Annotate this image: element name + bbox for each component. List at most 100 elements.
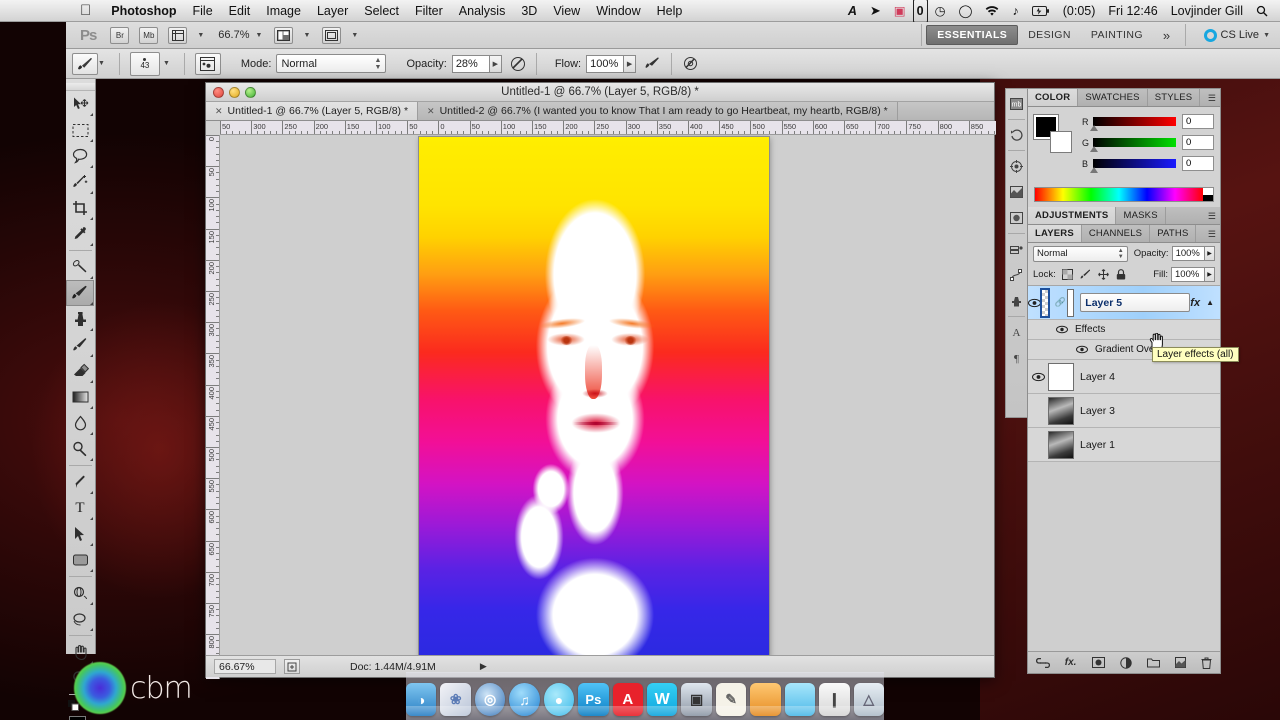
layer-row-layer-5[interactable]: 🔗 Layer 5 fx ▲ xyxy=(1028,286,1220,320)
color-panel-icon[interactable] xyxy=(1006,153,1026,179)
bluetooth-icon[interactable]: ◯ xyxy=(952,0,978,22)
menu-item-image[interactable]: Image xyxy=(258,0,309,22)
channel-r-thumb-icon[interactable] xyxy=(1090,125,1098,131)
foreground-color-swatch[interactable] xyxy=(69,716,86,720)
tab-channels[interactable]: CHANNELS xyxy=(1082,225,1151,242)
brush-size-chevron-down-icon[interactable]: ▼ xyxy=(163,60,170,67)
menu-item-window[interactable]: Window xyxy=(588,0,648,22)
user-name-label[interactable]: Lovjinder Gill xyxy=(1165,0,1249,22)
channel-b-input[interactable]: 0 xyxy=(1182,156,1214,171)
channel-b-thumb-icon[interactable] xyxy=(1090,167,1098,173)
brush-size-picker[interactable]: 43 xyxy=(129,51,160,76)
channel-b-slider[interactable] xyxy=(1090,159,1176,173)
layer-fill-input[interactable]: 100% xyxy=(1171,267,1205,282)
toolbox-grip[interactable] xyxy=(66,83,95,91)
tab-adjustments[interactable]: ADJUSTMENTS xyxy=(1028,207,1117,224)
menu-item-select[interactable]: Select xyxy=(356,0,407,22)
spotlight-search-icon[interactable] xyxy=(1250,0,1274,22)
artboard[interactable]: Heartbeat, my heartbeat I wanted you to … xyxy=(419,137,769,655)
menu-item-file[interactable]: File xyxy=(185,0,221,22)
layers-panel-icon[interactable] xyxy=(1006,236,1026,262)
history-icon[interactable] xyxy=(1006,122,1026,148)
launch-bridge-button[interactable]: Br xyxy=(110,26,130,44)
dropbox-icon[interactable]: ▣ xyxy=(888,0,912,22)
color-background-swatch[interactable] xyxy=(1050,131,1072,153)
opacity-input[interactable]: 28% xyxy=(451,54,490,73)
paragraph-panel-icon[interactable]: ¶ xyxy=(1006,345,1026,371)
airbrush-button[interactable] xyxy=(644,56,661,71)
color-panel-menu-icon[interactable]: ☰ xyxy=(1208,93,1216,104)
workspace-design-button[interactable]: DESIGN xyxy=(1018,26,1081,44)
layers-panel-menu-icon[interactable]: ☰ xyxy=(1208,229,1216,240)
delete-layer-icon[interactable] xyxy=(1201,657,1212,669)
menu-item-3d[interactable]: 3D xyxy=(513,0,545,22)
tablet-pressure-size-button[interactable] xyxy=(682,56,699,71)
layer-blend-mode-select[interactable]: Normal ▲ ▼ xyxy=(1033,245,1128,262)
vertical-ruler[interactable]: 0 50 100 150 200 250 300 350 400 450 500 550 600 650 7… xyxy=(206,135,220,679)
channel-g-slider[interactable] xyxy=(1090,138,1176,152)
layer-row-layer-1[interactable]: Layer 1 xyxy=(1028,428,1220,462)
close-tab-icon[interactable]: ✕ xyxy=(427,106,435,117)
rectangle-tool[interactable] xyxy=(66,547,94,573)
menu-item-edit[interactable]: Edit xyxy=(221,0,259,22)
channel-g-thumb-icon[interactable] xyxy=(1090,146,1098,152)
tab-styles[interactable]: STYLES xyxy=(1148,89,1201,106)
link-layers-icon[interactable] xyxy=(1035,657,1050,668)
opacity-pressure-button[interactable] xyxy=(510,56,526,71)
brush-tool-preset-icon[interactable] xyxy=(72,52,98,75)
crop-tool[interactable] xyxy=(66,195,94,221)
layer-opacity-stepper-icon[interactable]: ▶ xyxy=(1205,246,1215,261)
pen-tool[interactable] xyxy=(66,469,94,495)
arrange-chevron-down-icon[interactable]: ▼ xyxy=(303,32,310,39)
layer-name[interactable]: Layer 5 xyxy=(1080,293,1191,312)
new-adjustment-layer-icon[interactable] xyxy=(1120,656,1132,669)
layer-mask-link-icon[interactable]: 🔗 xyxy=(1055,297,1066,308)
masks-panel-icon[interactable] xyxy=(1006,205,1026,231)
gradient-overlay-visibility-toggle[interactable] xyxy=(1076,345,1088,354)
wifi-icon[interactable] xyxy=(979,0,1005,22)
opacity-stepper-icon[interactable]: ▶ xyxy=(489,54,502,73)
cs-live-button[interactable]: CS Live ▼ xyxy=(1203,28,1270,42)
layer-thumbnail[interactable] xyxy=(1048,396,1074,425)
layer-fill-stepper-icon[interactable]: ▶ xyxy=(1205,267,1215,282)
mini-bridge-icon[interactable]: mb xyxy=(1006,91,1026,117)
blend-mode-select[interactable]: Normal ▲ ▼ xyxy=(276,54,387,73)
battery-icon[interactable] xyxy=(1026,0,1056,22)
layer-thumbnail[interactable] xyxy=(1048,430,1074,459)
volume-icon[interactable]: ♪ xyxy=(1006,0,1024,22)
zoom-chevron-down-icon[interactable]: ▼ xyxy=(256,32,263,39)
flux-icon[interactable]: 0 xyxy=(912,0,928,23)
status-expand-arrow-icon[interactable]: ▶ xyxy=(480,661,487,672)
rectangular-marquee-tool[interactable] xyxy=(66,117,94,143)
app-zoom-level[interactable]: 66.7% xyxy=(218,29,249,41)
view-extras-button[interactable] xyxy=(168,26,188,44)
menu-item-photoshop[interactable]: Photoshop xyxy=(103,0,184,22)
status-options-button[interactable] xyxy=(284,659,300,674)
workspace-essentials-button[interactable]: ESSENTIALS xyxy=(926,25,1019,45)
document-tab-untitled-1[interactable]: ✕ Untitled-1 @ 66.7% (Layer 5, RGB/8) * xyxy=(206,102,419,120)
toggle-brush-panel-button[interactable] xyxy=(194,52,221,75)
view-extras-chevron-down-icon[interactable]: ▼ xyxy=(197,32,204,39)
cs-live-chevron-down-icon[interactable]: ▼ xyxy=(1263,32,1270,39)
history-brush-tool[interactable] xyxy=(66,332,94,358)
flow-stepper-icon[interactable]: ▶ xyxy=(624,54,637,73)
layer-name[interactable]: Layer 4 xyxy=(1080,371,1115,383)
add-layer-style-fx-icon[interactable]: fx. xyxy=(1065,657,1077,668)
lasso-tool[interactable] xyxy=(66,143,94,169)
layer-visibility-toggle[interactable] xyxy=(1028,372,1048,382)
eject-icon[interactable]: ◷ xyxy=(929,0,952,22)
document-zoom-input[interactable]: 66.67% xyxy=(214,659,276,674)
menu-item-filter[interactable]: Filter xyxy=(407,0,451,22)
layer-mask-thumbnail[interactable] xyxy=(1066,288,1075,317)
move-tool[interactable] xyxy=(66,91,94,117)
layer-effects-row[interactable]: Effects xyxy=(1028,320,1220,340)
tab-layers[interactable]: LAYERS xyxy=(1028,225,1082,242)
adjustments-panel-icon[interactable] xyxy=(1006,179,1026,205)
path-selection-tool[interactable] xyxy=(66,521,94,547)
workspace-painting-button[interactable]: PAINTING xyxy=(1081,26,1153,44)
eyedropper-tool[interactable] xyxy=(66,221,94,247)
adjustments-panel-menu-icon[interactable]: ☰ xyxy=(1208,211,1216,222)
channel-r-input[interactable]: 0 xyxy=(1182,114,1214,129)
channel-g-input[interactable]: 0 xyxy=(1182,135,1214,150)
brush-tool[interactable] xyxy=(66,280,94,306)
